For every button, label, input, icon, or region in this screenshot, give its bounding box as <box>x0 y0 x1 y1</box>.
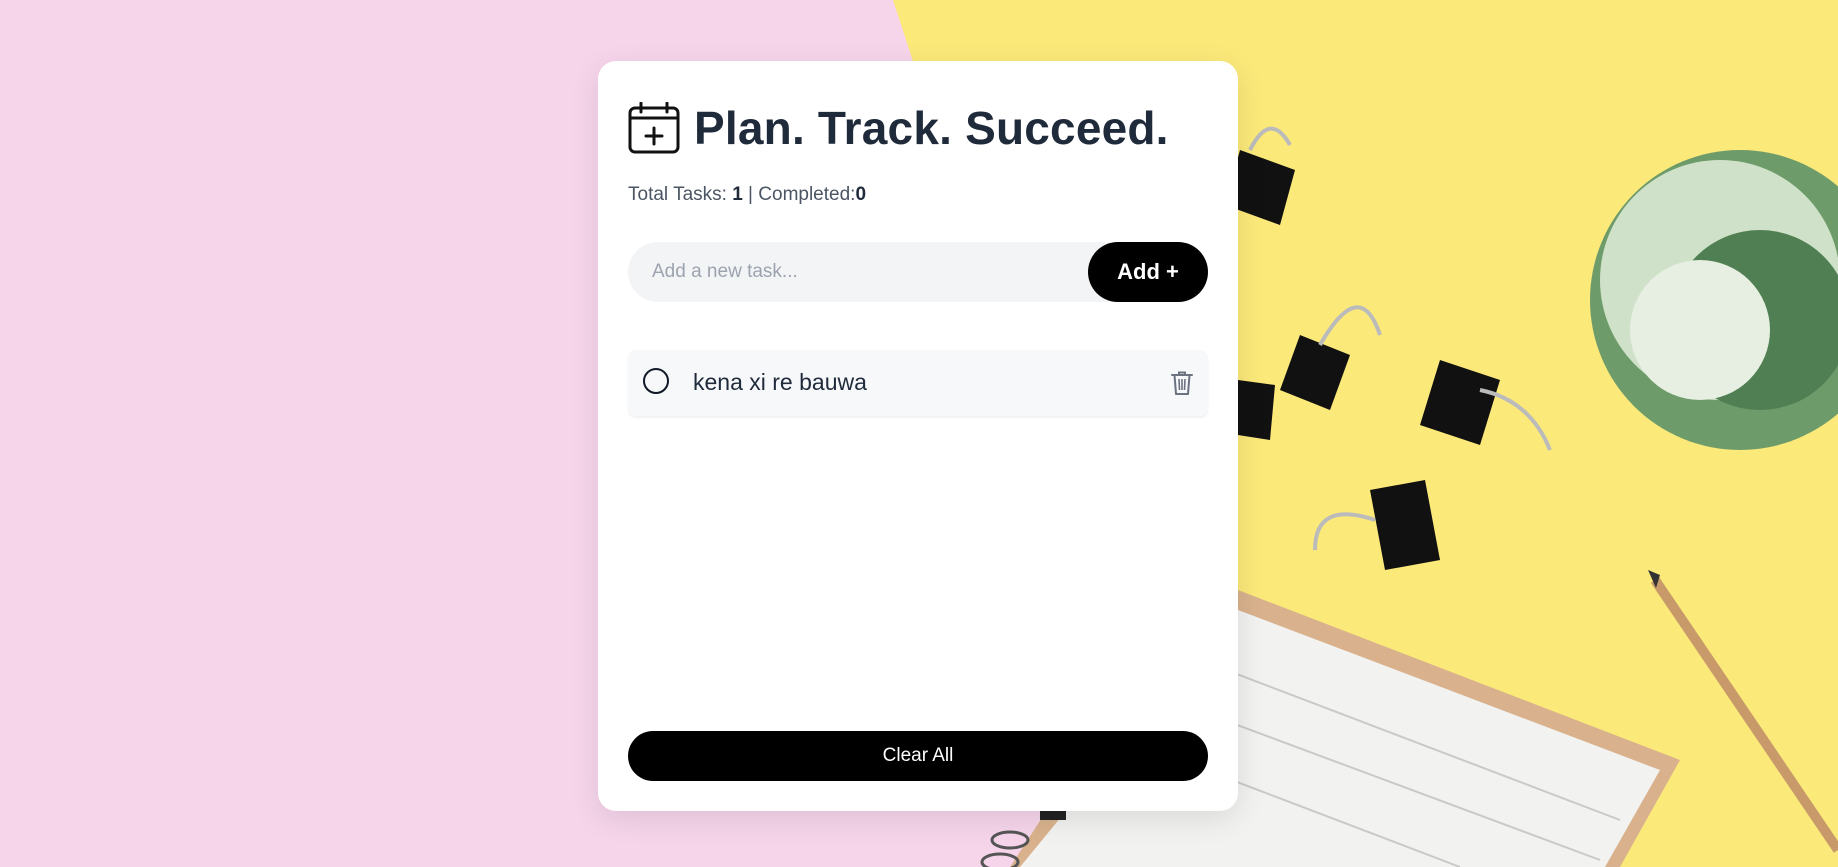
pencil-image <box>1648 570 1838 853</box>
task-complete-checkbox[interactable] <box>643 368 669 394</box>
header: Plan. Track. Succeed. <box>628 101 1169 155</box>
trash-icon[interactable] <box>1170 370 1194 396</box>
todo-card: Plan. Track. Succeed. Total Tasks: 1 | C… <box>598 61 1238 811</box>
binder-clip-image <box>1280 305 1382 410</box>
binder-clip-image <box>1420 360 1552 451</box>
completed-label: Completed: <box>758 184 856 205</box>
total-tasks-count: 1 <box>732 184 743 205</box>
binder-clip-image <box>1238 380 1275 440</box>
task-text: kena xi re bauwa <box>693 369 867 395</box>
clear-all-button[interactable]: Clear All <box>628 731 1208 781</box>
app-window: Plan. Track. Succeed. Total Tasks: 1 | C… <box>0 0 1838 867</box>
total-tasks-label: Total Tasks: <box>628 184 733 205</box>
stats-separator: | <box>742 184 759 205</box>
add-task-form: Add + <box>628 242 1208 302</box>
page-title: Plan. Track. Succeed. <box>694 102 1169 154</box>
task-stats: Total Tasks: 1 | Completed:0 <box>628 184 866 206</box>
binder-clip-image <box>1313 480 1440 570</box>
calendar-plus-icon <box>628 102 680 154</box>
completed-count: 0 <box>855 184 867 205</box>
plant-image <box>1590 150 1838 450</box>
add-task-button[interactable]: Add + <box>1088 242 1208 302</box>
new-task-input[interactable] <box>628 242 1088 302</box>
task-item: kena xi re bauwa <box>628 350 1208 416</box>
